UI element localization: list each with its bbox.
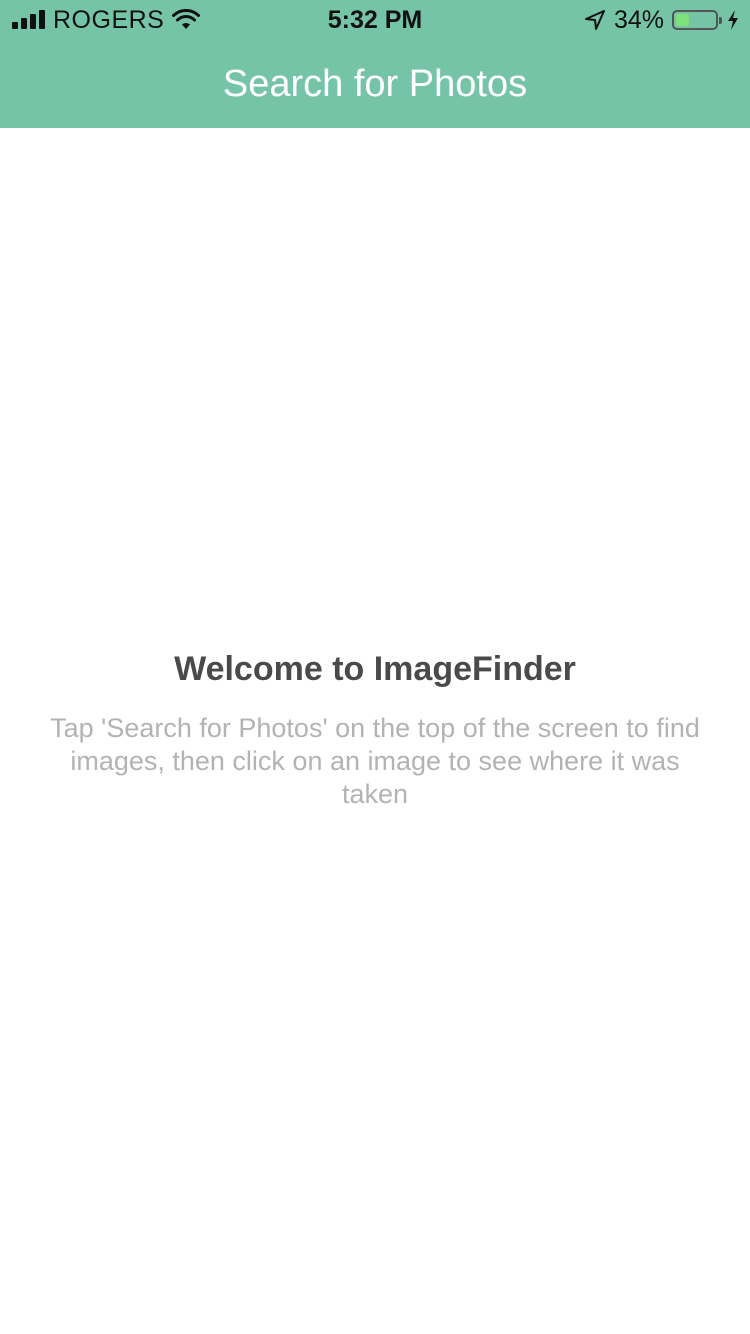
charging-bolt-icon bbox=[728, 10, 738, 30]
welcome-panel: Welcome to ImageFinder Tap 'Search for P… bbox=[40, 648, 710, 811]
welcome-message: Tap 'Search for Photos' on the top of th… bbox=[50, 713, 700, 809]
location-arrow-icon bbox=[584, 10, 605, 30]
battery-icon bbox=[672, 10, 722, 30]
top-bar: ROGERS 5:32 PM 34% Search for Photos bbox=[0, 0, 750, 128]
status-bar: ROGERS 5:32 PM 34% bbox=[0, 0, 750, 40]
search-for-photos-button[interactable]: Search for Photos bbox=[0, 62, 750, 106]
welcome-title: Welcome to ImageFinder bbox=[174, 650, 576, 688]
status-right: 34% bbox=[584, 6, 740, 34]
battery-percent: 34% bbox=[613, 6, 664, 34]
screen: ROGERS 5:32 PM 34% Search for Photos Wel… bbox=[0, 0, 750, 1334]
battery-level-fill bbox=[676, 14, 689, 26]
